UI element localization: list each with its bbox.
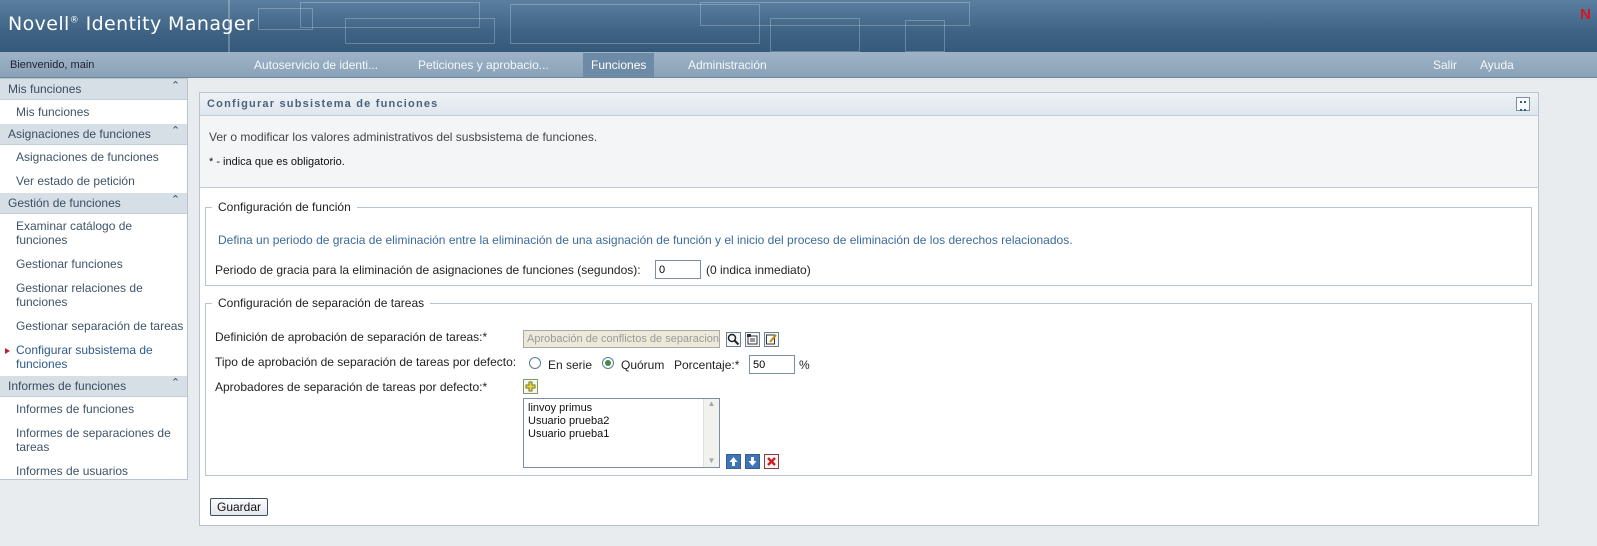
collapse-icon[interactable]: ⌃ [169, 194, 182, 207]
tab-administracion[interactable]: Administración [680, 53, 775, 77]
sidebar-item-informes-usuarios[interactable]: Informes de usuarios [0, 459, 187, 483]
scroll-up-icon[interactable]: ▲ [704, 399, 719, 408]
required-note: * - indica que es obligatorio. [209, 156, 345, 168]
panel-header: Configurar subsistema de funciones [200, 93, 1538, 116]
history-list-icon[interactable] [745, 332, 760, 347]
approval-type-label: Tipo de aprobación de separación de tare… [215, 355, 517, 369]
percentage-label: Porcentaje:* [674, 358, 740, 372]
sidebar-section-informes[interactable]: Informes de funciones ⌃ [0, 376, 187, 397]
tab-funciones[interactable]: Funciones [583, 53, 654, 77]
radio-quorum[interactable] [602, 357, 614, 369]
help-link[interactable]: Ayuda [1472, 53, 1522, 77]
welcome-text: Bienvenido, main [10, 59, 95, 71]
save-button[interactable]: Guardar [210, 498, 268, 516]
grace-period-label: Periodo de gracia para la eliminación de… [215, 263, 641, 277]
approvers-label: Aprobadores de separación de tareas por … [215, 380, 488, 394]
role-config-fieldset: Configuración de función Defina un perio… [205, 200, 1532, 286]
role-config-legend: Configuración de función [218, 200, 351, 214]
move-down-icon[interactable] [745, 454, 760, 469]
tab-autoservicio[interactable]: Autoservicio de identi... [246, 53, 386, 77]
sidebar-item-estado-peticion[interactable]: Ver estado de petición [0, 169, 187, 193]
sidebar-item-informes-separaciones[interactable]: Informes de separaciones de tareas [0, 421, 187, 459]
list-item[interactable]: linvoy primus [524, 402, 719, 415]
page-description: Ver o modificar los valores administrati… [209, 130, 598, 144]
sidebar-item-examinar-catalogo[interactable]: Examinar catálogo de funciones [0, 214, 187, 252]
sidebar-section-mis-funciones[interactable]: Mis funciones ⌃ [0, 79, 187, 100]
sod-config-fieldset: Configuración de separación de tareas De… [205, 296, 1532, 476]
edit-icon[interactable] [764, 332, 779, 347]
remove-icon[interactable] [764, 454, 779, 469]
header-banner: Novell® Identity Manager N [0, 0, 1597, 52]
sidebar-section-asignaciones[interactable]: Asignaciones de funciones ⌃ [0, 124, 187, 145]
move-up-icon[interactable] [726, 454, 741, 469]
role-config-info: Defina un periodo de gracia de eliminaci… [218, 233, 1073, 247]
collapse-icon[interactable]: ⌃ [169, 80, 182, 93]
sidebar-section-gestion[interactable]: Gestión de funciones ⌃ [0, 193, 187, 214]
search-icon[interactable] [726, 332, 741, 347]
radio-quorum-label: Quórum [621, 358, 665, 372]
sod-config-legend: Configuración de separación de tareas [218, 296, 425, 310]
tab-peticiones[interactable]: Peticiones y aprobacio... [410, 53, 557, 77]
approvers-list[interactable]: linvoy primus Usuario prueba2 Usuario pr… [523, 398, 720, 468]
collapse-icon[interactable]: ⌃ [169, 377, 182, 390]
scroll-down-icon[interactable]: ▼ [704, 456, 719, 465]
percentage-unit: % [799, 358, 810, 372]
list-scrollbar[interactable]: ▲ ▼ [703, 399, 719, 467]
percentage-input[interactable] [749, 355, 795, 374]
approval-definition-label: Definición de aprobación de separación d… [215, 330, 488, 344]
add-approver-icon[interactable] [523, 379, 538, 394]
list-item[interactable]: Usuario prueba1 [524, 428, 719, 441]
app-logo: Novell® Identity Manager [8, 13, 255, 35]
radio-serial[interactable] [529, 357, 541, 369]
grace-period-input[interactable] [655, 260, 701, 279]
sidebar-item-gestionar-funciones[interactable]: Gestionar funciones [0, 252, 187, 276]
intro-section: Ver o modificar los valores administrati… [200, 116, 1538, 188]
collapse-icon[interactable]: ⌃ [169, 125, 182, 138]
sidebar-item-gestionar-separacion[interactable]: Gestionar separación de tareas [0, 314, 187, 338]
sidebar-item-configurar-subsistema[interactable]: Configurar subsistema de funciones [0, 338, 187, 376]
page-title: Configurar subsistema de funciones [207, 98, 439, 110]
grace-period-hint: (0 indica inmediato) [706, 263, 811, 277]
sidebar-item-informes-funciones[interactable]: Informes de funciones [0, 397, 187, 421]
sidebar-item-gestionar-relaciones[interactable]: Gestionar relaciones de funciones [0, 276, 187, 314]
approval-definition-field: Aprobación de conflictos de separaciones [523, 330, 720, 348]
radio-serial-label: En serie [548, 358, 593, 372]
sidebar-item-asignaciones[interactable]: Asignaciones de funciones [0, 145, 187, 169]
list-item[interactable]: Usuario prueba2 [524, 415, 719, 428]
sidebar: Mis funciones ⌃ Mis funciones Asignacion… [0, 78, 188, 480]
main-panel: Configurar subsistema de funciones Ver o… [199, 92, 1539, 526]
panel-menu-icon[interactable] [1516, 97, 1530, 111]
nav-bar: Bienvenido, main Autoservicio de identi.… [0, 52, 1597, 78]
novell-n-icon: N [1580, 6, 1591, 23]
logout-link[interactable]: Salir [1425, 53, 1465, 77]
sidebar-item-mis-funciones[interactable]: Mis funciones [0, 100, 187, 124]
